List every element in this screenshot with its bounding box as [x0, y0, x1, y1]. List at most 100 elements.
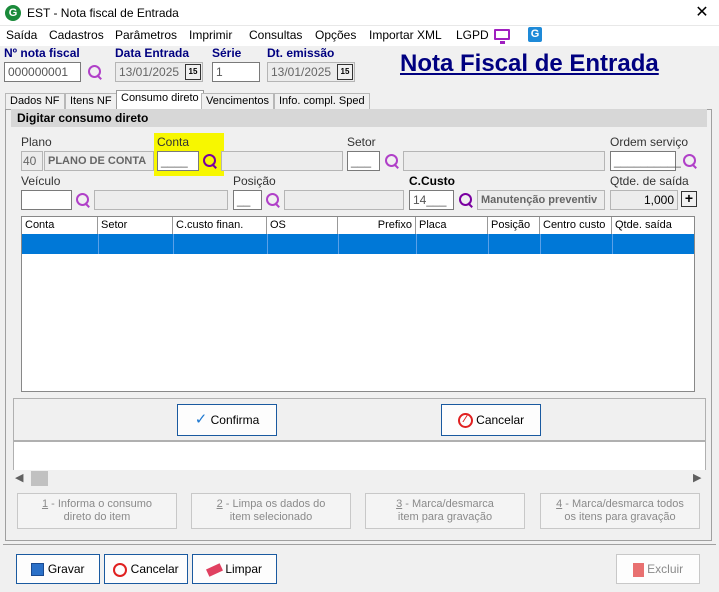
tab-consumo-direto[interactable]: Consumo direto — [116, 90, 204, 110]
col-conta[interactable]: Conta — [22, 217, 98, 234]
ccusto-label: C.Custo — [409, 174, 455, 188]
conta-label: Conta — [157, 135, 190, 149]
ccusto-desc-field: Manutenção preventiv — [477, 190, 605, 210]
emissao-date-label: Dt. emissão — [267, 46, 335, 60]
veiculo-field[interactable] — [21, 190, 72, 210]
table-row[interactable] — [22, 234, 694, 254]
qtde-saida-field[interactable]: 1,000 — [610, 190, 678, 210]
nf-number-label: Nº nota fiscal — [4, 46, 80, 60]
g-app-icon[interactable]: G — [528, 27, 542, 42]
menu-imprimir[interactable]: Imprimir — [189, 28, 232, 42]
plano-label: Plano — [21, 135, 52, 149]
check-icon: ✓ — [194, 411, 208, 428]
ccusto-search-icon[interactable] — [458, 192, 474, 208]
plano-desc-field: PLANO DE CONTA — [44, 151, 154, 171]
limpar-button[interactable]: Limpar — [192, 554, 277, 584]
horizontal-scrollbar[interactable] — [13, 470, 706, 487]
footer-divider — [3, 544, 716, 545]
col-os[interactable]: OS — [267, 217, 338, 234]
excluir-label: Excluir — [647, 562, 684, 576]
tab-dados-nf[interactable]: Dados NF — [5, 93, 65, 110]
row-divider — [416, 234, 417, 254]
cancelar-footer-label: Cancelar — [130, 562, 179, 576]
serie-label: Série — [212, 46, 242, 60]
menu-lgpd[interactable]: LGPD — [456, 28, 489, 42]
scroll-right-icon[interactable]: ▶ — [693, 471, 701, 484]
gravar-label: Gravar — [47, 562, 85, 576]
posicao-search-icon[interactable] — [265, 192, 281, 208]
veiculo-label: Veículo — [21, 174, 61, 188]
col-prefixo[interactable]: Prefixo — [338, 217, 416, 234]
tab-vencimentos[interactable]: Vencimentos — [201, 93, 274, 110]
posicao-label: Posição — [233, 174, 276, 188]
conta-field[interactable]: ____ — [157, 151, 199, 171]
cancel-icon: ⁄ — [457, 413, 473, 429]
informa-consumo-button[interactable]: 1 - Informa o consumo direto do item — [17, 493, 177, 529]
menu-saida[interactable]: Saída — [6, 28, 37, 42]
plano-code-field[interactable]: 40 — [21, 151, 43, 171]
limpa-dados-button[interactable]: 2 - Limpa os dados do item selecionado — [191, 493, 351, 529]
help-label: - Marca/desmarca — [402, 498, 494, 510]
emissao-calendar-icon[interactable]: 15 — [337, 64, 353, 80]
nf-number-field[interactable]: 000000001 — [4, 62, 81, 82]
ordem-servico-field[interactable]: __________ — [610, 151, 681, 171]
cancel-icon — [113, 562, 128, 577]
veiculo-search-icon[interactable] — [75, 192, 91, 208]
app-logo-icon: G — [5, 5, 21, 21]
scroll-thumb[interactable] — [31, 471, 48, 486]
help-label: item selecionado — [229, 511, 313, 523]
ordem-servico-search-icon[interactable] — [682, 153, 698, 169]
marca-item-button[interactable]: 3 - Marca/desmarca item para gravação — [365, 493, 525, 529]
col-placa[interactable]: Placa — [416, 217, 488, 234]
group-title: Digitar consumo direto — [11, 109, 707, 127]
menu-consultas[interactable]: Consultas — [249, 28, 302, 42]
cancelar-button[interactable]: Cancelar — [104, 554, 188, 584]
close-window-button[interactable]: ✕ — [692, 2, 712, 22]
tab-info-compl-sped[interactable]: Info. compl. Sped — [274, 93, 370, 110]
monitor-icon[interactable] — [494, 29, 510, 40]
help-label: direto do item — [63, 511, 131, 523]
entrada-calendar-icon[interactable]: 15 — [185, 64, 201, 80]
col-centro-custo[interactable]: Centro custo — [540, 217, 612, 234]
gravar-button[interactable]: Gravar — [16, 554, 100, 584]
nf-search-icon[interactable] — [87, 64, 103, 80]
conta-desc-field — [221, 151, 343, 171]
setor-desc-field — [403, 151, 605, 171]
menu-opcoes[interactable]: Opções — [315, 28, 356, 42]
row-divider — [98, 234, 99, 254]
conta-search-icon[interactable] — [202, 153, 218, 169]
setor-search-icon[interactable] — [384, 153, 400, 169]
help-label: item para gravação — [397, 511, 493, 523]
setor-field[interactable]: ___ — [347, 151, 380, 171]
menu-importar-xml[interactable]: Importar XML — [369, 28, 442, 42]
serie-field[interactable]: 1 — [212, 62, 260, 82]
posicao-field[interactable]: __ — [233, 190, 262, 210]
col-ccusto-finan[interactable]: C.custo finan. — [173, 217, 267, 234]
eraser-icon — [205, 563, 223, 577]
tab-itens-nf[interactable]: Itens NF — [65, 93, 117, 110]
ccusto-field[interactable]: 14___ — [409, 190, 454, 210]
menu-parametros[interactable]: Parâmetros — [115, 28, 177, 42]
confirma-button[interactable]: ✓ Confirma — [177, 404, 277, 436]
posicao-desc-field — [284, 190, 404, 210]
row-divider — [267, 234, 268, 254]
col-posicao[interactable]: Posição — [488, 217, 540, 234]
trash-icon — [632, 562, 644, 577]
plus-icon[interactable]: + — [681, 191, 697, 207]
marca-todos-button[interactable]: 4 - Marca/desmarca todos os itens para g… — [540, 493, 700, 529]
cancelar-label: Cancelar — [476, 413, 525, 427]
confirma-label: Confirma — [210, 413, 260, 427]
qtde-saida-label: Qtde. de saída — [610, 174, 689, 188]
row-divider — [612, 234, 613, 254]
menu-cadastros[interactable]: Cadastros — [49, 28, 104, 42]
menu-bar — [0, 26, 719, 46]
col-qtde-saida[interactable]: Qtde. saída — [612, 217, 694, 234]
excluir-button[interactable]: Excluir — [616, 554, 700, 584]
cancelar-item-button[interactable]: ⁄ Cancelar — [441, 404, 541, 436]
page-title: Nota Fiscal de Entrada — [400, 50, 659, 77]
row-divider — [173, 234, 174, 254]
monitor-stand-icon — [500, 41, 505, 44]
row-divider — [488, 234, 489, 254]
scroll-left-icon[interactable]: ◀ — [15, 471, 23, 484]
col-setor[interactable]: Setor — [98, 217, 173, 234]
